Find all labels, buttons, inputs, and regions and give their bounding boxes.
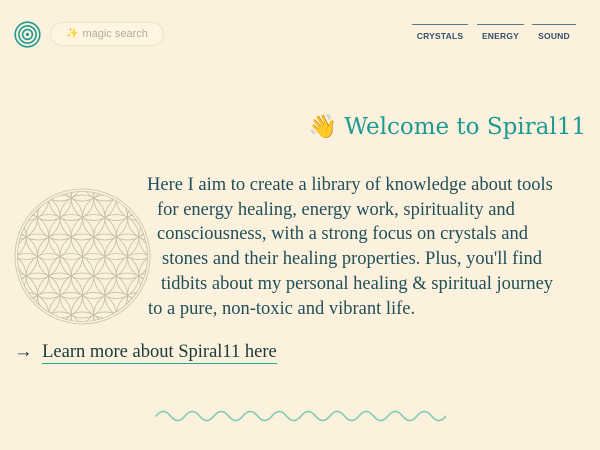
- page-title-text: Welcome to Spiral11: [344, 113, 586, 140]
- top-nav: CRYSTALS ENERGY SOUND: [412, 24, 576, 41]
- intro-line: to a pure, non-toxic and vibrant life.: [148, 298, 416, 319]
- waving-hand-icon: 👋: [308, 114, 338, 140]
- arrow-right-icon: →: [14, 342, 33, 362]
- flower-of-life-icon: [14, 188, 151, 325]
- intro-line: consciousness, with a strong focus on cr…: [157, 224, 528, 245]
- intro-line: stones and their healing properties. Plu…: [162, 249, 542, 270]
- squiggle-divider-icon: [155, 410, 446, 422]
- intro-line: for energy healing, energy work, spiritu…: [157, 199, 515, 220]
- nav-item-sound[interactable]: SOUND: [532, 24, 576, 41]
- intro-paragraph: Here I aim to create a library of knowle…: [147, 173, 586, 321]
- learn-more: → Learn more about Spiral11 here: [14, 342, 277, 364]
- nav-item-crystals[interactable]: CRYSTALS: [412, 24, 468, 41]
- page-title: 👋 Welcome to Spiral11: [308, 113, 586, 141]
- learn-more-link[interactable]: Learn more about Spiral11 here: [42, 342, 277, 364]
- search-input[interactable]: [82, 28, 165, 40]
- spiral-logo-icon[interactable]: [14, 21, 41, 48]
- intro-line: tidbits about my personal healing & spir…: [161, 273, 554, 294]
- magic-search-box[interactable]: ✨: [50, 22, 165, 46]
- sparkles-icon: ✨: [66, 28, 79, 39]
- intro-line: Here I aim to create a library of knowle…: [147, 175, 553, 195]
- nav-item-energy[interactable]: ENERGY: [477, 24, 524, 41]
